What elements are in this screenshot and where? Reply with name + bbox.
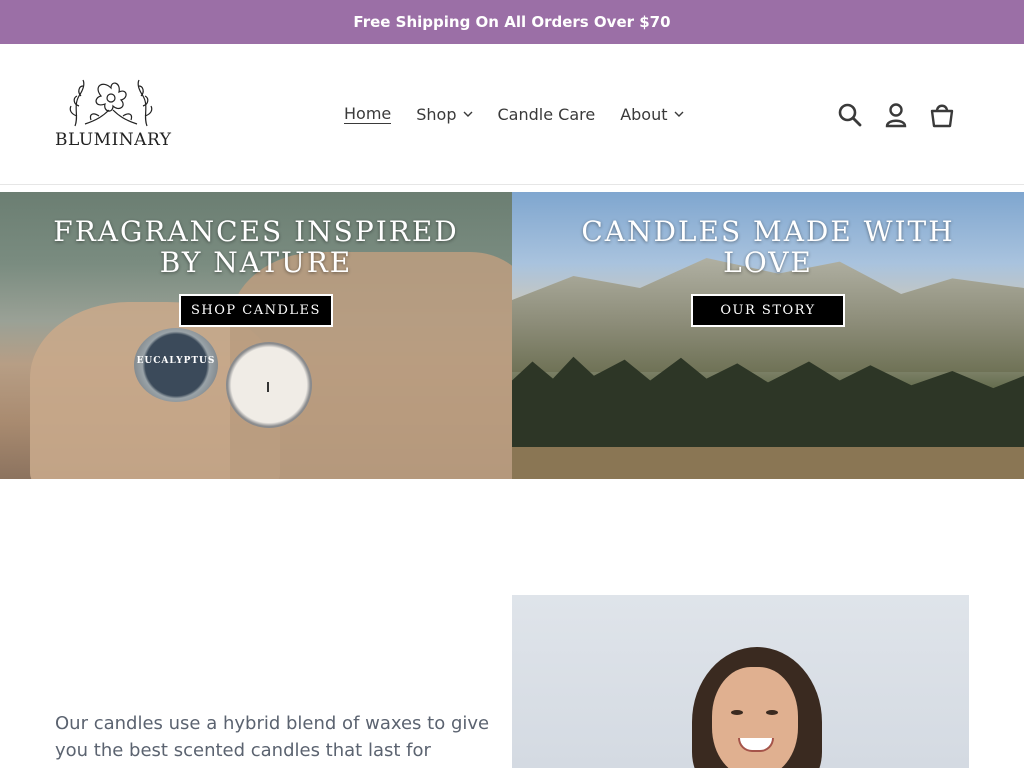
candle-wick xyxy=(267,382,269,392)
cart-icon xyxy=(930,104,954,128)
chevron-down-icon xyxy=(463,111,472,117)
hero-banners: EUCALYPTUS FRAGRANCES INSPIRED BY NATURE… xyxy=(0,192,1024,479)
nav-home[interactable]: Home xyxy=(344,103,392,125)
search-button[interactable] xyxy=(836,101,864,129)
main-nav: Home Shop Candle Care About xyxy=(344,103,684,125)
announcement-text: Free Shipping On All Orders Over $70 xyxy=(353,13,671,31)
banner-title-line1: FRAGRANCES INSPIRED xyxy=(53,215,459,248)
banner-title: FRAGRANCES INSPIRED BY NATURE xyxy=(0,216,512,278)
banner-title-line2: LOVE xyxy=(723,246,813,279)
banner-title: CANDLES MADE WITH LOVE xyxy=(512,216,1024,278)
face-shape xyxy=(712,667,798,768)
banner-fragrances[interactable]: EUCALYPTUS FRAGRANCES INSPIRED BY NATURE… xyxy=(0,192,512,479)
site-logo[interactable]: BLUMINARY xyxy=(55,76,172,154)
account-icon xyxy=(885,103,907,128)
logo-text: BLUMINARY xyxy=(55,130,172,150)
about-section: Our candles use a hybrid blend of waxes … xyxy=(0,480,1024,768)
our-story-button[interactable]: OUR STORY xyxy=(691,294,845,327)
tin-label: EUCALYPTUS xyxy=(136,356,216,366)
banner-title-line1: CANDLES MADE WITH xyxy=(581,215,955,248)
nav-about-label: About xyxy=(620,104,668,124)
nav-shop-label: Shop xyxy=(416,104,457,124)
nav-candle-care-label: Candle Care xyxy=(497,104,596,124)
floral-logo-icon xyxy=(69,79,153,127)
chevron-down-icon xyxy=(674,111,684,117)
founder-photo xyxy=(512,595,969,768)
meadow-shape xyxy=(512,447,1024,479)
banner-title-line2: BY NATURE xyxy=(159,246,353,279)
eye-shape xyxy=(731,710,743,715)
nav-about[interactable]: About xyxy=(620,103,684,125)
nav-shop[interactable]: Shop xyxy=(416,103,472,125)
eye-shape xyxy=(766,710,778,715)
nav-home-label: Home xyxy=(344,104,392,124)
about-text: Our candles use a hybrid blend of waxes … xyxy=(55,713,490,761)
search-icon xyxy=(838,103,862,127)
cart-button[interactable] xyxy=(928,101,956,129)
nav-candle-care[interactable]: Candle Care xyxy=(498,103,596,125)
site-header: BLUMINARY Home Shop Candle Care About xyxy=(0,44,1024,185)
shop-candles-button[interactable]: SHOP CANDLES xyxy=(179,294,333,327)
announcement-bar: Free Shipping On All Orders Over $70 xyxy=(0,0,1024,44)
header-icons xyxy=(836,101,956,129)
account-button[interactable] xyxy=(882,101,910,129)
candle-tin-open-image xyxy=(226,342,312,428)
banner-our-story[interactable]: CANDLES MADE WITH LOVE OUR STORY xyxy=(512,192,1024,479)
